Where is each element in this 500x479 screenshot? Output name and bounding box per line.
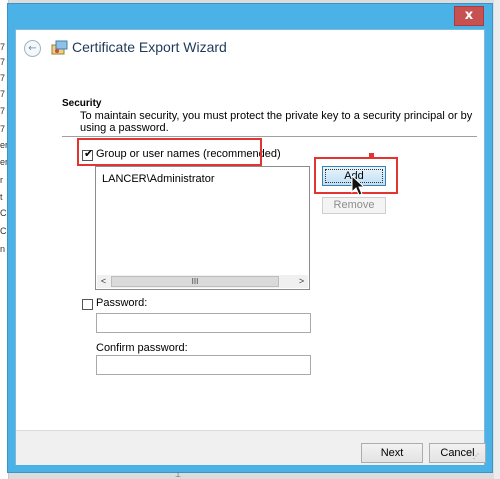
background-text: 7: [0, 57, 6, 67]
background-text: 7: [0, 106, 6, 116]
close-icon[interactable]: x: [454, 6, 484, 26]
background-mark: ⊥: [175, 472, 182, 479]
scroll-thumb[interactable]: III: [111, 276, 279, 287]
next-button[interactable]: Next: [361, 443, 423, 463]
mouse-pointer-icon: [351, 175, 365, 196]
background-text: 7: [0, 89, 6, 99]
background-text: C: [0, 226, 7, 236]
certificate-export-wizard-window: x ← Certificate Export Wizard Security T…: [7, 3, 493, 473]
password-checkbox[interactable]: [82, 299, 93, 310]
certificate-wizard-icon: [51, 40, 68, 55]
back-arrow-icon[interactable]: ←: [24, 40, 41, 57]
background-text: 7: [0, 42, 6, 52]
background-text: n: [0, 244, 6, 254]
principals-listbox[interactable]: LANCER\Administrator < III >: [95, 166, 310, 290]
section-description: To maintain security, you must protect t…: [80, 110, 473, 134]
resize-grip-icon[interactable]: ⋰: [473, 454, 479, 460]
background-text: 7: [0, 124, 6, 134]
highlight-box-group-checkbox: [77, 138, 262, 166]
password-field[interactable]: [96, 313, 311, 333]
section-title: Security: [62, 98, 102, 109]
list-item[interactable]: LANCER\Administrator: [102, 173, 214, 185]
horizontal-scrollbar[interactable]: < III >: [97, 275, 308, 288]
cancel-button[interactable]: Cancel: [429, 443, 486, 463]
highlight-marker: [369, 153, 374, 158]
scroll-left-icon[interactable]: <: [97, 275, 110, 288]
confirm-password-field[interactable]: [96, 355, 311, 375]
wizard-title: Certificate Export Wizard: [72, 39, 227, 55]
remove-button[interactable]: Remove: [322, 197, 386, 214]
scroll-right-icon[interactable]: >: [295, 275, 308, 288]
background-text: 7: [0, 73, 6, 83]
background-text: r: [0, 175, 3, 185]
background-text: C: [0, 208, 7, 218]
background-text: t: [0, 192, 3, 202]
password-label[interactable]: Password:: [96, 297, 147, 309]
confirm-password-label: Confirm password:: [96, 342, 188, 354]
separator: [62, 136, 477, 137]
wizard-client-area: ← Certificate Export Wizard Security To …: [15, 29, 486, 465]
background-window-right-edge: [494, 0, 500, 479]
